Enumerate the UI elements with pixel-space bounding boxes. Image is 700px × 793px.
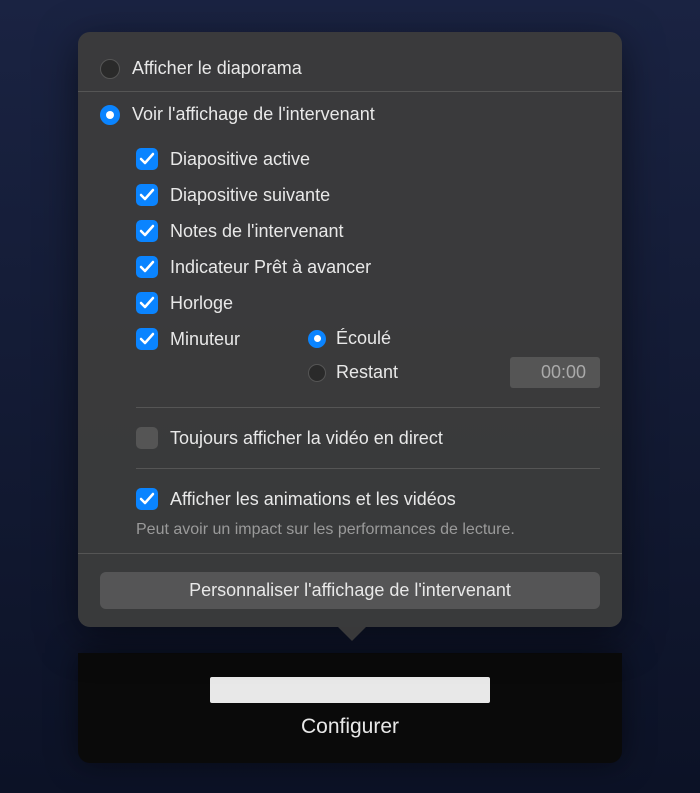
checkbox-show-animations[interactable]: Afficher les animations et les vidéos: [136, 481, 600, 517]
checkbox-label: Notes de l'intervenant: [170, 221, 344, 242]
checkbox-icon: [136, 328, 158, 350]
checkbox-label: Toujours afficher la vidéo en direct: [170, 428, 443, 449]
radio-show-slideshow[interactable]: Afficher le diaporama: [78, 50, 622, 87]
radio-icon: [100, 105, 120, 125]
configure-button-bar: Configurer: [78, 653, 622, 763]
checkbox-next-slide[interactable]: Diapositive suivante: [136, 177, 600, 213]
timer-mode-options: Écoulé Restant: [308, 328, 600, 388]
checkbox-always-live-video[interactable]: Toujours afficher la vidéo en direct: [136, 420, 600, 456]
radio-timer-elapsed[interactable]: Écoulé: [308, 328, 600, 349]
checkbox-icon: [136, 256, 158, 278]
divider: [78, 553, 622, 554]
checkbox-icon: [136, 427, 158, 449]
presenter-display-popover: Afficher le diaporama Voir l'affichage d…: [78, 32, 622, 627]
checkbox-ready-indicator[interactable]: Indicateur Prêt à avancer: [136, 249, 600, 285]
radio-icon: [308, 364, 326, 382]
checkbox-label: Indicateur Prêt à avancer: [170, 257, 371, 278]
checkbox-label: Diapositive suivante: [170, 185, 330, 206]
checkbox-icon: [136, 220, 158, 242]
customize-presenter-display-button[interactable]: Personnaliser l'affichage de l'intervena…: [100, 572, 600, 609]
radio-icon: [100, 59, 120, 79]
checkbox-clock[interactable]: Horloge: [136, 285, 600, 321]
checkbox-label: Diapositive active: [170, 149, 310, 170]
presenter-options: Diapositive active Diapositive suivante …: [78, 133, 622, 395]
radio-timer-remaining[interactable]: Restant: [308, 362, 398, 383]
checkbox-label: Afficher les animations et les vidéos: [170, 489, 456, 510]
checkbox-icon: [136, 148, 158, 170]
radio-label: Afficher le diaporama: [132, 58, 302, 79]
popover-arrow-icon: [338, 627, 366, 641]
configure-label[interactable]: Configurer: [301, 715, 399, 739]
checkbox-label: Horloge: [170, 293, 233, 314]
divider: [78, 91, 622, 92]
timer-value-input[interactable]: [510, 357, 600, 388]
thumbnail-strip: [210, 677, 490, 703]
divider: [136, 407, 600, 408]
checkbox-presenter-notes[interactable]: Notes de l'intervenant: [136, 213, 600, 249]
radio-label: Voir l'affichage de l'intervenant: [132, 104, 375, 125]
checkbox-timer[interactable]: Minuteur: [136, 328, 296, 350]
performance-hint: Peut avoir un impact sur les performance…: [78, 517, 622, 549]
divider: [136, 468, 600, 469]
checkbox-label: Minuteur: [170, 329, 240, 350]
checkbox-current-slide[interactable]: Diapositive active: [136, 141, 600, 177]
timer-section: Minuteur Écoulé Restant: [136, 321, 600, 395]
checkbox-icon: [136, 184, 158, 206]
checkbox-icon: [136, 488, 158, 510]
radio-label: Restant: [336, 362, 398, 383]
radio-icon: [308, 330, 326, 348]
checkbox-icon: [136, 292, 158, 314]
radio-label: Écoulé: [336, 328, 391, 349]
radio-show-presenter[interactable]: Voir l'affichage de l'intervenant: [78, 96, 622, 133]
